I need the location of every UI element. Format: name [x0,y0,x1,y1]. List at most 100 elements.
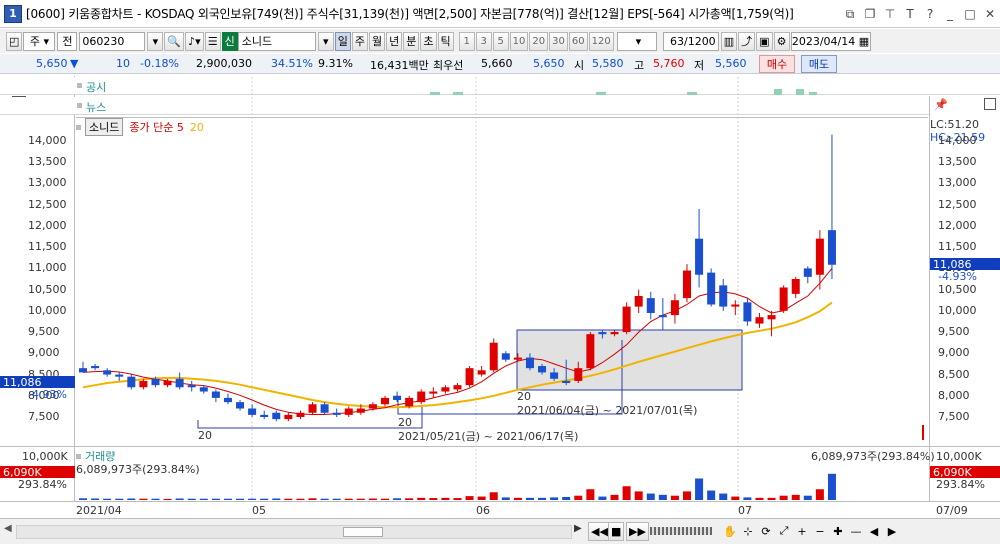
indicator-icon[interactable]: ⤴ [738,31,756,51]
grid-toggle-icon[interactable] [984,98,996,110]
interval-10[interactable]: 10 [509,31,529,51]
list-icon[interactable]: ☰ [204,31,221,51]
candle-body [598,332,607,335]
add-icon[interactable]: ✚ [830,523,846,539]
hand-icon[interactable]: ✋ [722,523,738,539]
nav-left-icon[interactable]: ◀ [866,523,882,539]
notice-marker[interactable] [453,92,463,95]
link-icon[interactable]: ⧉ [842,6,858,22]
candle-body [743,302,752,322]
candle-body [513,357,522,360]
candle-body [755,317,764,324]
period-second[interactable]: 초 [420,31,437,51]
interval-120[interactable]: 120 [588,31,614,51]
interval-20[interactable]: 20 [529,31,549,51]
news-row: 뉴스 [0,97,1000,115]
nav-right-icon[interactable]: ▶ [884,523,900,539]
interval-60[interactable]: 60 [568,31,588,51]
volume-bar [695,478,704,500]
save-icon[interactable]: ▣ [756,31,773,51]
name-dropdown-icon[interactable]: ▾ [317,31,334,51]
fast-forward-icon[interactable]: ▶▶ [626,522,649,541]
turnover-percent: 34.51% [271,57,313,70]
help-icon[interactable]: ? [922,6,938,22]
zoom-out-icon[interactable]: − [812,523,828,539]
bar-count-input[interactable]: 63/1200 [662,31,719,51]
stock-name-field[interactable]: 소니드 [237,31,316,51]
stop-icon[interactable]: ■ [608,522,625,541]
period-month[interactable]: 월 [369,31,386,51]
period-day[interactable]: 일 [334,31,351,51]
interval-5[interactable]: 5 [492,31,509,51]
pin-icon[interactable]: ⊤ [882,6,898,22]
notice-marker[interactable] [687,92,697,95]
scroll-right-icon[interactable]: ▶ [574,523,586,539]
minimize-icon[interactable]: _ [942,6,958,22]
notice-marker[interactable] [809,92,817,95]
price-tick-label: 10,500 [28,282,67,296]
volume-bar [308,498,317,500]
range-date-label: 2021/05/21(금) ~ 2021/06/17(목) [398,430,579,443]
candle-body [381,397,389,405]
interval-3[interactable]: 3 [475,31,492,51]
candle-body [489,342,498,371]
quote-bar: 5,650 ▼ 10 -0.18% 2,900,030 34.51% 9.31%… [0,54,1000,74]
scroll-thumb[interactable] [343,527,383,537]
maximize-icon[interactable]: □ [962,6,978,22]
lc-label: LC:51.20 [930,118,980,131]
scope-select[interactable]: 전 [57,31,78,51]
notice-marker[interactable] [774,89,782,95]
volume-bar [115,498,124,500]
notice-marker[interactable] [796,89,804,95]
candle-body [695,238,704,275]
period-tick[interactable]: 틱 [437,31,454,51]
volume-bar [127,498,136,500]
interval-1[interactable]: 1 [458,31,475,51]
candle-body [719,285,728,307]
notice-marker[interactable] [596,92,606,95]
pin-icon[interactable]: 📌 [934,98,948,111]
stock-code-input[interactable]: 060230 [79,31,146,51]
volume-bar [248,498,257,500]
volume-bullet [76,453,81,459]
volume-bar [525,497,534,500]
ma20-path [82,301,833,409]
volume-bar [223,498,232,500]
buy-button[interactable]: 매수 [759,55,795,73]
sell-button[interactable]: 매도 [801,55,837,73]
speed-slider[interactable] [650,527,712,535]
candle-body [646,298,655,313]
volume-bar [381,498,389,500]
fit-icon[interactable]: ⤢ [776,523,792,539]
interval-30[interactable]: 30 [549,31,568,51]
font-icon[interactable]: T [902,6,918,22]
chart-type-icon[interactable]: ▥ [720,31,738,51]
horizontal-scrollbar[interactable] [16,525,572,539]
legend-ma20[interactable]: 20 [190,121,204,134]
date-input[interactable]: 2023/04/14 ▦ [790,31,871,51]
current-marker [922,425,924,440]
sound-icon[interactable]: ♪▾ [185,31,204,51]
left-volume-axis: 10,000K 6,090K 293.84% [0,447,75,501]
scroll-left-icon[interactable]: ◀ [4,523,14,539]
period-week[interactable]: 주 [351,31,369,51]
volume-bar [767,497,776,500]
minus-icon[interactable]: — [848,523,864,539]
layout-icon[interactable]: ◰ [6,31,23,51]
code-dropdown-icon[interactable]: ▾ [147,31,164,51]
crosshair-icon[interactable]: ⊹ [740,523,756,539]
legend-ma5[interactable]: 종가 단순 5 [129,119,183,135]
zoom-in-icon[interactable]: + [794,523,810,539]
notice-marker[interactable] [430,92,440,95]
close-icon[interactable]: ✕ [982,6,998,22]
period-year[interactable]: 년 [386,31,403,51]
legend-stock-name[interactable]: 소니드 [85,118,124,136]
refresh-icon[interactable]: ⟳ [758,523,774,539]
volume-bar [441,497,450,500]
interval-custom-select[interactable]: ▾ [616,31,657,51]
copy-icon[interactable]: ❐ [862,6,878,22]
period-minute[interactable]: 분 [403,31,420,51]
search-icon[interactable]: 🔍 [164,31,185,51]
settings-icon[interactable]: ⚙ [773,31,790,51]
market-select[interactable]: 주 ▾ [23,31,56,51]
